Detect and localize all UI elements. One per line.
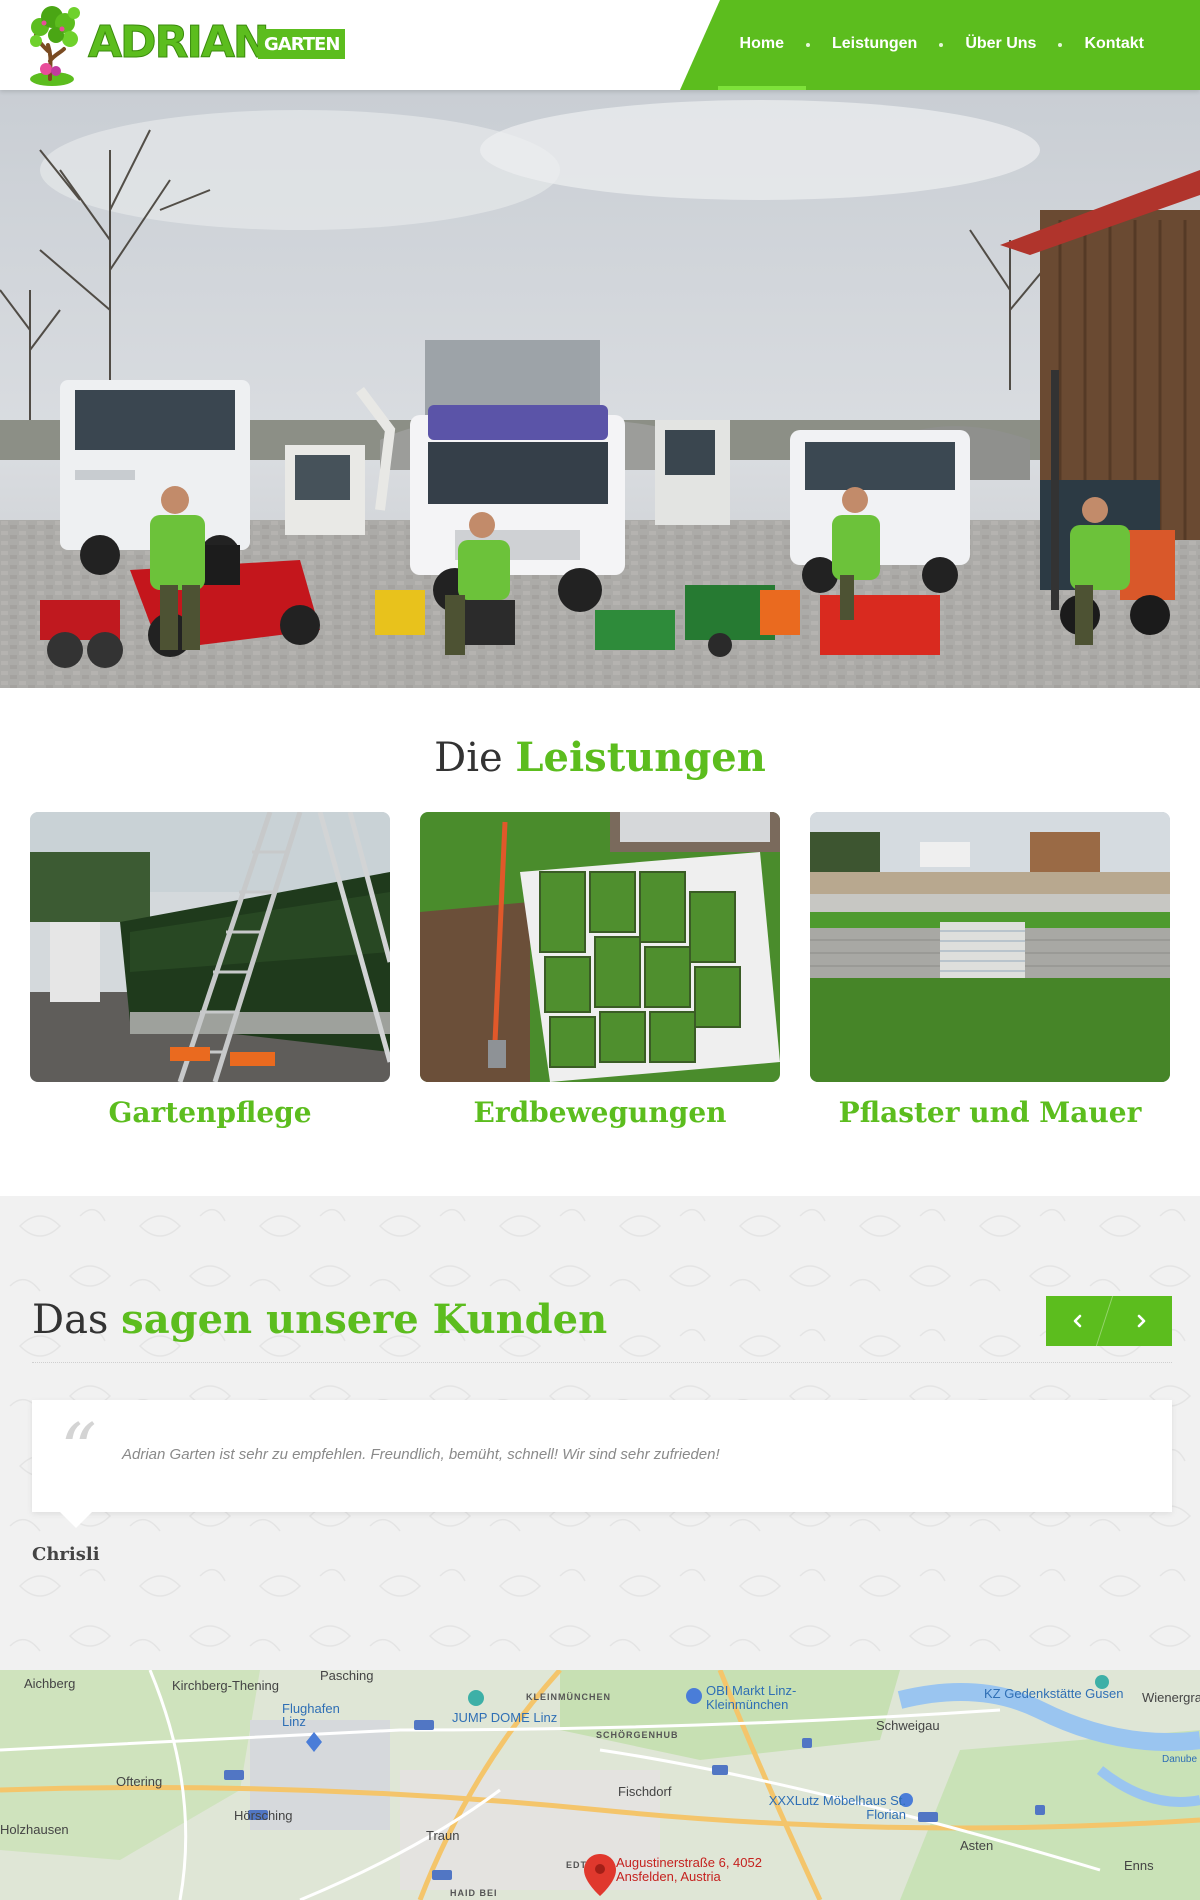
map-river: Danube	[1162, 1754, 1198, 1765]
service-card-pflaster-und-mauer[interactable]: Pflaster und Mauer	[810, 812, 1170, 1129]
carousel-prev-button[interactable]	[1046, 1296, 1109, 1346]
carousel-next-button[interactable]	[1109, 1296, 1172, 1346]
map-district: SCHÖRGENHUB	[596, 1730, 679, 1740]
map-place: Wienergra	[1142, 1690, 1200, 1705]
testimonials-section: Das sagen unsere Kunden “ Adrian Garten …	[0, 1196, 1200, 1670]
map-poi: OBI Markt Linz-Kleinmünchen	[706, 1683, 797, 1712]
testimonials-heading-highlight: sagen unsere Kunden	[121, 1296, 608, 1343]
nav-item-home[interactable]: Home	[717, 0, 807, 90]
testimonial-carousel-controls	[1046, 1296, 1172, 1346]
nav-item-leistungen[interactable]: Leistungen	[810, 0, 939, 90]
service-title-gartenpflege[interactable]: Gartenpflege	[30, 1096, 390, 1129]
map-place: Fischdorf	[618, 1784, 672, 1799]
service-title-pflaster-und-mauer[interactable]: Pflaster und Mauer	[810, 1096, 1170, 1129]
logo-wordmark: ADRIAN	[88, 17, 271, 68]
map-district: EDT	[566, 1860, 587, 1870]
map-place: Aichberg	[24, 1676, 76, 1691]
services-heading: Die Leistungen	[0, 734, 1200, 781]
nav-item-kontakt[interactable]: Kontakt	[1062, 0, 1166, 90]
testimonial-card: “ Adrian Garten ist sehr zu empfehlen. F…	[32, 1400, 1172, 1528]
testimonial-text: Adrian Garten ist sehr zu empfehlen. Fre…	[122, 1446, 720, 1463]
map-district: HAID BEI	[450, 1888, 498, 1898]
service-title-erdbewegungen[interactable]: Erdbewegungen	[420, 1096, 780, 1129]
map-place: Enns	[1124, 1858, 1154, 1873]
map-poi: KZ Gedenkstätte Gusen	[984, 1686, 1124, 1701]
map-canvas	[0, 1670, 1200, 1900]
testimonial-author: Chrisli	[32, 1544, 100, 1565]
service-card-gartenpflege[interactable]: Gartenpflege	[30, 812, 390, 1129]
nav-item-ueber-uns[interactable]: Über Uns	[943, 0, 1058, 90]
map-place: Traun	[426, 1828, 460, 1843]
site-logo[interactable]: ADRIAN GARTEN	[30, 5, 350, 87]
hero-image	[0, 90, 1200, 688]
chevron-left-icon	[1073, 1314, 1081, 1328]
map-address-label[interactable]: Augustinerstraße 6, 4052 Ansfelden, Aust…	[616, 1856, 786, 1884]
gartenpflege-image[interactable]	[30, 812, 390, 1082]
erdbewegungen-image[interactable]	[420, 812, 780, 1082]
map-place: Oftering	[116, 1774, 163, 1789]
map-place: Asten	[960, 1838, 994, 1853]
map-district: KLEINMÜNCHEN	[526, 1692, 611, 1702]
main-nav: Home Leistungen Über Uns Kontakt	[717, 0, 1166, 90]
map-place: Hörsching	[234, 1808, 293, 1823]
services-section: Die Leistungen Gartenpflege Erdbewegunge…	[0, 688, 1200, 1196]
chevron-right-icon	[1137, 1314, 1145, 1328]
map-place: Holzhausen	[0, 1822, 69, 1837]
map-poi: Flughafen Linz	[282, 1701, 340, 1729]
logo-badge: GARTEN	[258, 29, 346, 59]
testimonials-heading-plain: Das	[32, 1297, 109, 1343]
services-heading-highlight: Leistungen	[515, 734, 766, 781]
map-poi: XXXLutz Möbelhaus St. Florian	[768, 1793, 906, 1822]
testimonials-heading: Das sagen unsere Kunden	[32, 1296, 607, 1343]
pflaster-und-mauer-image[interactable]	[810, 812, 1170, 1082]
testimonials-divider	[32, 1362, 1172, 1363]
map-poi: JUMP DOME Linz	[452, 1710, 558, 1725]
location-map[interactable]: Aichberg Kirchberg-Thening Pasching KLEI…	[0, 1670, 1200, 1900]
site-header: ADRIAN GARTEN Home Leistungen Über Uns K…	[0, 0, 1200, 90]
map-place: Pasching	[320, 1670, 374, 1683]
services-heading-plain: Die	[434, 735, 503, 781]
tree-logo-icon	[30, 6, 80, 86]
map-place: Schweigau	[876, 1718, 940, 1733]
quote-mark-icon: “	[60, 1408, 97, 1492]
map-place: Kirchberg-Thening	[172, 1678, 279, 1693]
service-card-erdbewegungen[interactable]: Erdbewegungen	[420, 812, 780, 1129]
